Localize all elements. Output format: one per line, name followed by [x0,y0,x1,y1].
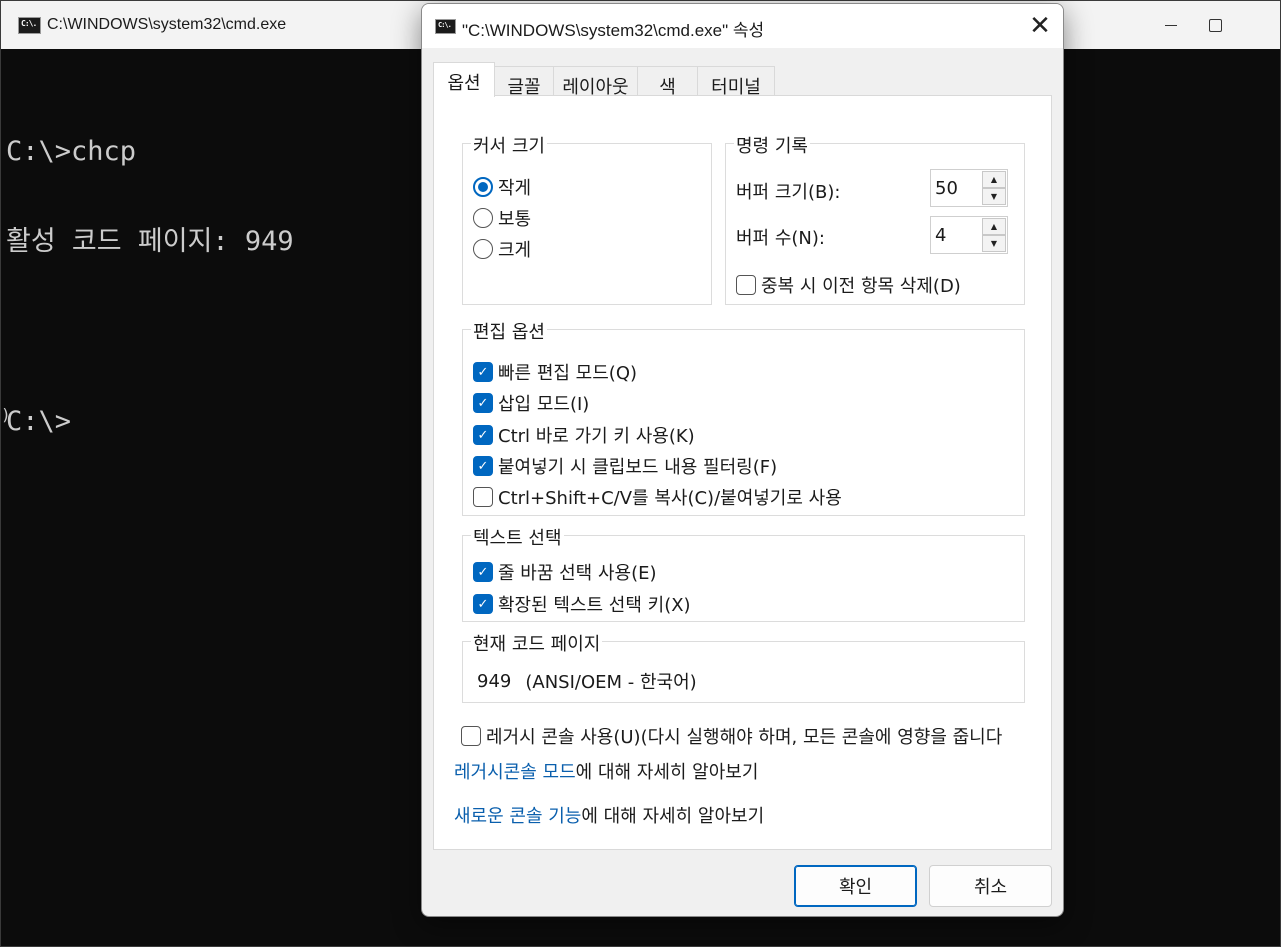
checkbox-label: Ctrl+Shift+C/V를 복사(C)/붙여넣기로 사용 [498,488,842,509]
radio-label: 보통 [498,209,532,230]
options-panel: 커서 크기 작게 보통 크게 명령 기록 버퍼 크기(B): ▲ ▼ [433,95,1052,850]
discard-duplicates-checkbox[interactable]: 중복 시 이전 항목 삭제(D) [736,272,961,298]
properties-dialog: C:\. "C:\WINDOWS\system32\cmd.exe" 속성 ✕ … [421,3,1064,917]
code-page-value: 949 (ANSI/OEM - 한국어) [477,668,697,694]
new-features-learn-more: 새로운 콘솔 기능 에 대해 자세히 알아보기 [454,802,764,828]
console-output[interactable]: C:\>chcp 활성 코드 페이지: 949 C:\> [6,77,294,497]
checkbox-label: 붙여넣기 시 클립보드 내용 필터링(F) [498,457,778,478]
extended-selection-keys-checkbox[interactable]: ✓ 확장된 텍스트 선택 키(X) [473,591,691,617]
buffer-size-input[interactable] [931,170,981,206]
console-line: 활성 코드 페이지: 949 [6,226,294,257]
checkbox-label: 레거시 콘솔 사용(U)(다시 실행해야 하며, 모든 콘솔에 영향을 줍니다 [486,727,1003,748]
radio-icon[interactable] [473,208,493,228]
checkbox-checked-icon[interactable]: ✓ [473,393,493,413]
ok-button[interactable]: 확인 [794,865,917,907]
legacy-console-link[interactable]: 레거시콘솔 모드 [454,758,576,784]
ctrl-shift-copy-paste-checkbox[interactable]: Ctrl+Shift+C/V를 복사(C)/붙여넣기로 사용 [473,484,842,510]
checkbox-label: 중복 시 이전 항목 삭제(D) [761,276,961,297]
checkbox-label: 삽입 모드(I) [498,394,590,415]
group-title: 편집 옵션 [471,318,547,344]
checkbox-label: 빠른 편집 모드(Q) [498,363,638,384]
cancel-button[interactable]: 취소 [929,865,1052,907]
legacy-learn-more: 레거시콘솔 모드 에 대해 자세히 알아보기 [454,758,758,784]
code-page-description: (ANSI/OEM - 한국어) [525,672,697,693]
line-wrap-selection-checkbox[interactable]: ✓ 줄 바꿈 선택 사용(E) [473,559,657,585]
group-title: 커서 크기 [471,132,547,158]
group-title: 명령 기록 [734,132,810,158]
console-line: C:\>chcp [6,136,137,167]
ctrl-shortcuts-checkbox[interactable]: ✓ Ctrl 바로 가기 키 사용(K) [473,422,695,448]
checkbox-label: 줄 바꿈 선택 사용(E) [498,563,657,584]
minimize-icon [1165,24,1177,26]
checkbox-icon[interactable] [736,275,756,295]
close-button[interactable]: ✕ [1017,4,1063,48]
maximize-icon [1208,18,1222,32]
cursor-size-small[interactable]: 작게 [473,174,531,200]
dialog-titlebar[interactable]: C:\. "C:\WINDOWS\system32\cmd.exe" 속성 ✕ [422,4,1063,48]
checkbox-checked-icon[interactable]: ✓ [473,362,493,382]
new-link-suffix: 에 대해 자세히 알아보기 [581,806,765,827]
text-selection-group: 텍스트 선택 ✓ 줄 바꿈 선택 사용(E) ✓ 확장된 텍스트 선택 키(X) [462,524,1025,622]
scrollbar-edge: ) [1,405,11,424]
spin-down-icon[interactable]: ▼ [982,188,1006,205]
buffer-count-input[interactable] [931,217,981,253]
insert-mode-checkbox[interactable]: ✓ 삽입 모드(I) [473,390,589,416]
group-title: 현재 코드 페이지 [471,630,603,656]
tab-terminal[interactable]: 터미널 [697,66,775,98]
spin-down-icon[interactable]: ▼ [982,235,1006,252]
cmd-window-title: C:\WINDOWS\system32\cmd.exe [47,16,287,33]
spin-up-icon[interactable]: ▲ [982,218,1006,235]
command-history-group: 명령 기록 버퍼 크기(B): ▲ ▼ 버퍼 수(N): ▲ ▼ 중복 시 이전… [725,132,1025,305]
checkbox-checked-icon[interactable]: ✓ [473,594,493,614]
spin-up-icon[interactable]: ▲ [982,171,1006,188]
checkbox-icon[interactable] [461,726,481,746]
checkbox-checked-icon[interactable]: ✓ [473,425,493,445]
console-line: C:\> [6,406,72,437]
buffer-count-label: 버퍼 수(N): [736,228,825,249]
buffer-size-stepper[interactable]: ▲ ▼ [930,169,1008,207]
checkbox-icon[interactable] [473,487,493,507]
tab-colors[interactable]: 색 [637,66,698,98]
group-title: 텍스트 선택 [471,524,564,550]
cmd-icon: C:\. [18,17,41,34]
legacy-link-suffix: 에 대해 자세히 알아보기 [575,762,759,783]
buffer-count-stepper[interactable]: ▲ ▼ [930,216,1008,254]
code-page-number: 949 [477,670,512,692]
cmd-icon: C:\. [435,19,456,34]
checkbox-label: 확장된 텍스트 선택 키(X) [498,595,691,616]
filter-clipboard-checkbox[interactable]: ✓ 붙여넣기 시 클립보드 내용 필터링(F) [473,453,777,479]
tab-font[interactable]: 글꼴 [494,66,554,98]
checkbox-label: Ctrl 바로 가기 키 사용(K) [498,426,695,447]
radio-icon[interactable] [473,239,493,259]
radio-label: 크게 [498,240,532,261]
code-page-group: 현재 코드 페이지 949 (ANSI/OEM - 한국어) [462,630,1025,703]
checkbox-checked-icon[interactable]: ✓ [473,456,493,476]
buffer-size-label: 버퍼 크기(B): [736,182,841,203]
cursor-size-group: 커서 크기 작게 보통 크게 [462,132,712,305]
checkbox-checked-icon[interactable]: ✓ [473,562,493,582]
dialog-title: "C:\WINDOWS\system32\cmd.exe" 속성 [462,21,765,40]
edit-options-group: 편집 옵션 ✓ 빠른 편집 모드(Q) ✓ 삽입 모드(I) ✓ Ctrl 바로… [462,318,1025,516]
radio-label: 작게 [498,178,532,199]
cursor-size-medium[interactable]: 보통 [473,205,531,231]
tab-options[interactable]: 옵션 [433,62,495,97]
radio-selected-icon[interactable] [473,177,493,197]
new-console-features-link[interactable]: 새로운 콘솔 기능 [454,802,581,828]
tab-layout[interactable]: 레이아웃 [553,66,638,98]
maximize-button[interactable] [1187,1,1243,49]
cursor-size-large[interactable]: 크게 [473,236,531,262]
close-icon: ✕ [1029,11,1051,41]
quick-edit-checkbox[interactable]: ✓ 빠른 편집 모드(Q) [473,359,637,385]
legacy-console-checkbox[interactable]: 레거시 콘솔 사용(U)(다시 실행해야 하며, 모든 콘솔에 영향을 줍니다 [461,723,1026,749]
